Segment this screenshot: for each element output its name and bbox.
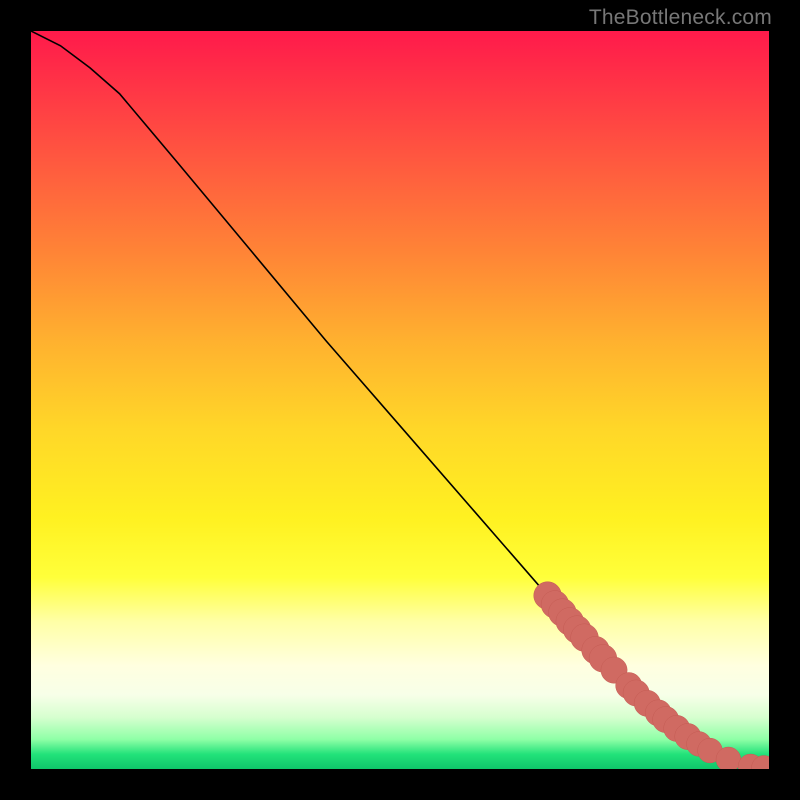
data-marker [716, 747, 741, 769]
curve-line [31, 31, 769, 768]
plot-area [31, 31, 769, 769]
chart-overlay-svg [31, 31, 769, 769]
chart-frame: TheBottleneck.com [0, 0, 800, 800]
attribution-text: TheBottleneck.com [589, 6, 772, 30]
markers-group [534, 582, 769, 769]
